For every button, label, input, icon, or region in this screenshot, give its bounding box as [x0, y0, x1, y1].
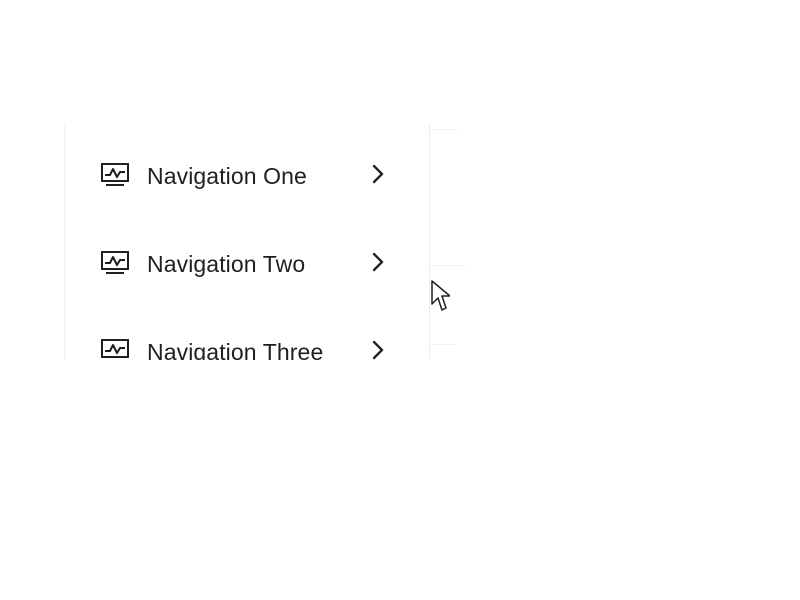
mouse-pointer-icon — [431, 280, 450, 311]
chevron-right-icon — [372, 252, 384, 272]
menu-item-navigation-three[interactable]: Navigation Three — [65, 324, 429, 360]
monitor-chart-icon — [101, 339, 129, 358]
chevron-right-icon — [372, 340, 384, 360]
menu-item-label: Navigation Three — [147, 339, 324, 360]
monitor-chart-icon — [101, 163, 129, 186]
menu-item-navigation-one[interactable]: Navigation One — [65, 148, 429, 204]
menu-item-label: Navigation One — [147, 163, 307, 189]
divider — [428, 129, 458, 130]
chevron-right-icon — [372, 164, 384, 184]
screen: Navigation One Navigation Two Navigation… — [0, 0, 800, 600]
monitor-chart-icon — [101, 251, 129, 274]
divider — [428, 344, 456, 345]
divider — [428, 265, 466, 266]
side-menu: Navigation One Navigation Two Navigation… — [64, 124, 430, 360]
menu-item-navigation-two[interactable]: Navigation Two — [65, 236, 429, 292]
menu-item-label: Navigation Two — [147, 251, 306, 277]
